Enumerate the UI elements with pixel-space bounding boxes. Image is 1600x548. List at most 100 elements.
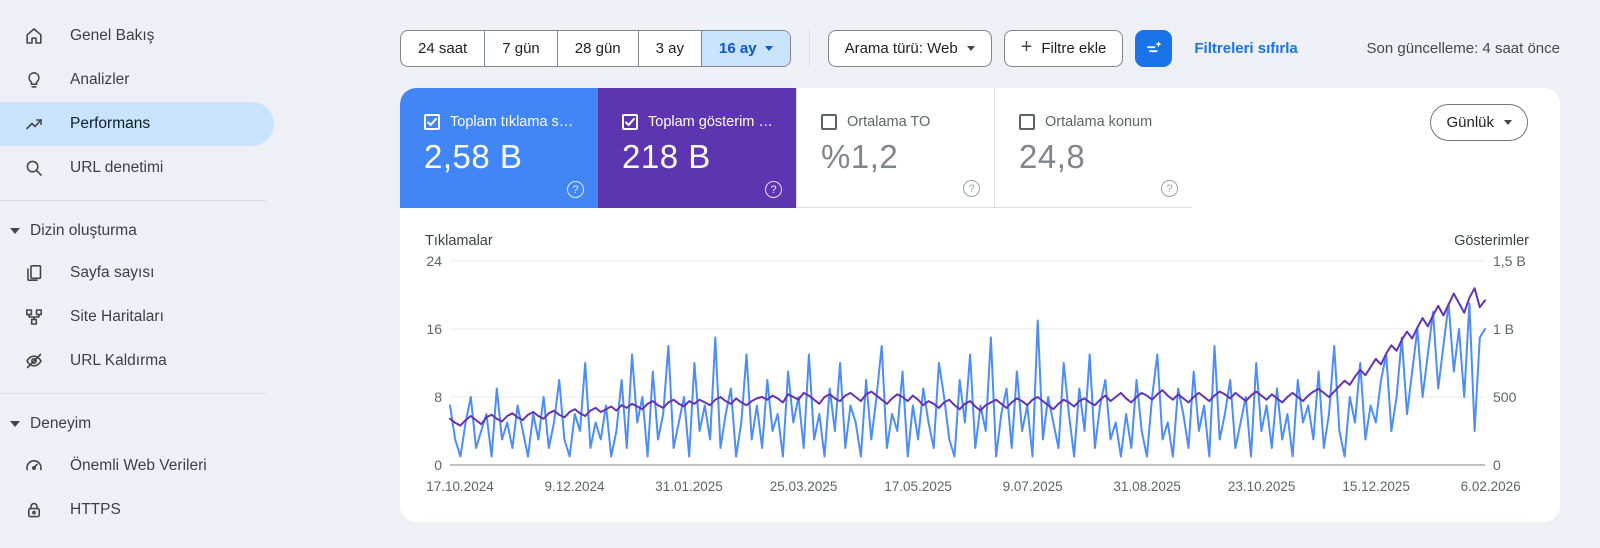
eye-off-icon xyxy=(24,351,44,371)
metric-label: Toplam tıklama s… xyxy=(450,114,574,130)
svg-text:17.10.2024: 17.10.2024 xyxy=(426,479,494,494)
sidebar-item-performans[interactable]: Performans xyxy=(0,102,274,146)
svg-text:0: 0 xyxy=(434,457,442,473)
speedometer-icon xyxy=(24,456,44,476)
performance-icon xyxy=(24,114,44,134)
svg-text:15.12.2025: 15.12.2025 xyxy=(1342,479,1410,494)
sidebar-item-label: Genel Bakış xyxy=(70,27,155,44)
checkbox-checked-icon[interactable] xyxy=(424,114,440,130)
sidebar-item-label: URL denetimi xyxy=(70,159,164,176)
svg-text:25.03.2025: 25.03.2025 xyxy=(770,479,838,494)
search-icon xyxy=(24,158,44,178)
metric-card-average-ctr[interactable]: Ortalama TO %1,2 ? xyxy=(796,88,994,208)
sidebar-divider xyxy=(0,393,266,394)
smart-filter-button[interactable] xyxy=(1135,29,1173,67)
sidebar-divider xyxy=(0,200,266,201)
sidebar-item-sayfa-sayisi[interactable]: Sayfa sayısı xyxy=(0,251,274,295)
granularity-dropdown[interactable]: Günlük xyxy=(1430,104,1528,141)
metric-label: Ortalama TO xyxy=(847,114,931,130)
help-icon[interactable]: ? xyxy=(567,181,584,198)
sidebar-item-label: Analizler xyxy=(70,71,130,88)
svg-text:9.07.2025: 9.07.2025 xyxy=(1003,479,1063,494)
sidebar-section-deneyim[interactable]: Deneyim xyxy=(0,404,400,444)
metric-value: %1,2 xyxy=(821,138,899,175)
svg-text:Tıklamalar: Tıklamalar xyxy=(425,233,493,249)
svg-text:17.05.2025: 17.05.2025 xyxy=(884,479,952,494)
date-range-7-gun[interactable]: 7 gün xyxy=(484,30,557,66)
sidebar-item-onemli-web-verileri[interactable]: Önemli Web Verileri xyxy=(0,444,274,488)
date-range-24-saat[interactable]: 24 saat xyxy=(401,31,484,66)
svg-text:23.10.2025: 23.10.2025 xyxy=(1228,479,1296,494)
chevron-down-icon xyxy=(10,228,20,234)
performance-panel: Toplam tıklama s… 2,58 B ? Toplam göster… xyxy=(400,88,1560,522)
sidebar-item-url-kaldirma[interactable]: URL Kaldırma xyxy=(0,339,274,383)
metric-card-average-position[interactable]: Ortalama konum 24,8 ? xyxy=(994,88,1192,208)
section-label: Dizin oluşturma xyxy=(30,222,137,239)
svg-text:0: 0 xyxy=(1493,457,1501,473)
date-range-segmented-control: 24 saat 7 gün 28 gün 3 ay 16 ay xyxy=(400,29,791,67)
section-label: Deneyim xyxy=(30,415,92,432)
toolbar-divider xyxy=(808,30,810,66)
sidebar-item-url-denetimi[interactable]: URL denetimi xyxy=(0,146,274,190)
svg-text:1 B: 1 B xyxy=(1493,321,1514,337)
lock-icon xyxy=(24,500,44,520)
svg-text:31.08.2025: 31.08.2025 xyxy=(1113,479,1181,494)
date-range-28-gun[interactable]: 28 gün xyxy=(556,30,638,66)
date-range-3-ay[interactable]: 3 ay xyxy=(637,30,701,66)
filter-sparkle-icon xyxy=(1146,41,1162,53)
sidebar-item-https[interactable]: HTTPS xyxy=(0,488,274,532)
metric-value: 2,58 B xyxy=(424,138,523,175)
search-type-dropdown[interactable]: Arama türü: Web xyxy=(827,29,992,67)
sidebar-item-label: HTTPS xyxy=(70,501,121,518)
checkbox-unchecked-icon[interactable] xyxy=(821,114,837,130)
sidebar-item-label: Site Haritaları xyxy=(70,308,164,325)
chevron-down-icon xyxy=(10,421,20,427)
metric-card-total-clicks[interactable]: Toplam tıklama s… 2,58 B ? xyxy=(400,88,598,208)
svg-text:6.02.2026: 6.02.2026 xyxy=(1461,479,1521,494)
metric-label: Toplam gösterim … xyxy=(648,114,773,130)
sidebar-item-genel-bakis[interactable]: Genel Bakış xyxy=(0,14,274,58)
sidebar-item-analizler[interactable]: Analizler xyxy=(0,58,274,102)
metric-value: 24,8 xyxy=(1019,138,1086,175)
svg-text:8: 8 xyxy=(434,389,442,405)
chevron-down-icon xyxy=(764,45,773,51)
svg-text:Gösterimler: Gösterimler xyxy=(1454,233,1529,249)
svg-text:16: 16 xyxy=(426,321,442,337)
checkbox-unchecked-icon[interactable] xyxy=(1019,114,1035,130)
filter-toolbar: 24 saat 7 gün 28 gün 3 ay 16 ay Arama tü… xyxy=(400,0,1560,88)
last-update-text: Son güncelleme: 4 saat önce xyxy=(1366,39,1560,57)
metric-card-total-impressions[interactable]: Toplam gösterim … 218 B ? xyxy=(598,88,796,208)
chevron-down-icon xyxy=(966,45,975,51)
chevron-down-icon xyxy=(1504,120,1512,125)
performance-chart[interactable]: 0 0 8 500 16 1 B 24 1,5 B Tıklamalar Gösterimler 1… xyxy=(400,208,1560,522)
sidebar-item-site-haritalari[interactable]: Site Haritaları xyxy=(0,295,274,339)
add-filter-button[interactable]: + Filtre ekle xyxy=(1003,29,1124,67)
sidebar-section-dizin-olusturma[interactable]: Dizin oluşturma xyxy=(0,211,400,251)
help-icon[interactable]: ? xyxy=(765,181,782,198)
sitemap-icon xyxy=(24,307,44,327)
checkbox-checked-icon[interactable] xyxy=(622,114,638,130)
svg-text:9.12.2024: 9.12.2024 xyxy=(544,479,605,494)
metric-value: 218 B xyxy=(622,138,711,175)
plus-icon: + xyxy=(1020,36,1033,58)
home-icon xyxy=(24,26,44,46)
main-content: 24 saat 7 gün 28 gün 3 ay 16 ay Arama tü… xyxy=(400,0,1560,548)
lightbulb-icon xyxy=(24,70,44,90)
date-range-16-ay[interactable]: 16 ay xyxy=(701,30,790,66)
metric-cards-row: Toplam tıklama s… 2,58 B ? Toplam göster… xyxy=(400,88,1560,208)
metric-label: Ortalama konum xyxy=(1045,114,1153,130)
svg-text:500: 500 xyxy=(1493,389,1517,405)
help-icon[interactable]: ? xyxy=(1161,180,1178,197)
pages-icon xyxy=(24,263,44,283)
svg-text:1,5 B: 1,5 B xyxy=(1493,253,1526,269)
sidebar-item-label: Önemli Web Verileri xyxy=(70,457,207,474)
sidebar-item-label: Performans xyxy=(70,115,151,132)
svg-text:31.01.2025: 31.01.2025 xyxy=(655,479,723,494)
sidebar-item-label: Sayfa sayısı xyxy=(70,264,155,281)
sidebar: Genel Bakış Analizler Performans URL den… xyxy=(0,0,400,548)
svg-text:24: 24 xyxy=(426,253,442,269)
reset-filters-link[interactable]: Filtreleri sıfırla xyxy=(1194,40,1297,57)
sidebar-item-label: URL Kaldırma xyxy=(70,352,167,369)
help-icon[interactable]: ? xyxy=(963,180,980,197)
cards-row-filler: Günlük xyxy=(1192,88,1560,208)
